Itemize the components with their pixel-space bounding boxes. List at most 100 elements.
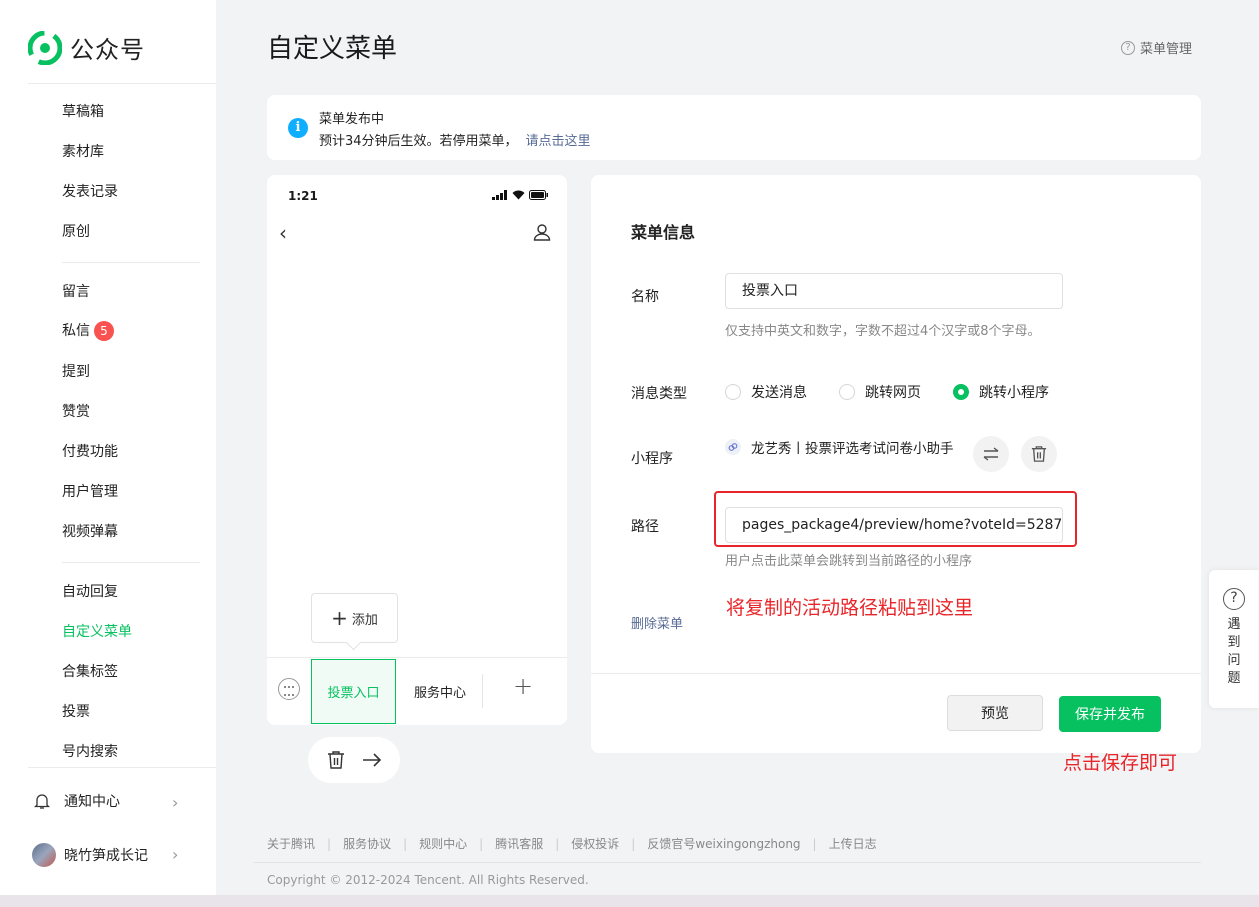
unread-badge: 5	[94, 321, 114, 341]
menu-tab-label: 投票入口	[327, 686, 380, 701]
sidebar-item-paid-features[interactable]: 付费功能	[62, 442, 118, 462]
menu-name-input[interactable]: 投票入口	[725, 273, 1063, 309]
sidebar-divider	[28, 83, 216, 84]
footer-link[interactable]: 服务协议	[343, 835, 391, 852]
question-icon: ?	[1121, 40, 1135, 55]
miniprogram-label: 小程序	[631, 451, 673, 467]
menu-tab-label: 服务中心	[413, 686, 466, 701]
trash-icon	[1031, 446, 1047, 462]
swap-icon	[983, 447, 999, 461]
plus-icon: +	[331, 606, 348, 630]
add-submenu-button[interactable]: + 添加	[311, 593, 398, 643]
sidebar-item-user-management[interactable]: 用户管理	[62, 482, 118, 502]
publish-notice: i 菜单发布中 预计34分钟后生效。若停用菜单， 请点击这里	[267, 95, 1201, 160]
switch-miniprogram-button[interactable]	[973, 436, 1009, 472]
notice-click-here-link[interactable]: 请点击这里	[526, 134, 591, 149]
menu-tab-vote-entry[interactable]: 投票入口	[311, 659, 396, 724]
add-menu-plus-icon[interactable]: +	[513, 672, 533, 700]
annotation-paste-path: 将复制的活动路径粘贴到这里	[726, 597, 974, 619]
footer-divider	[254, 862, 1201, 863]
path-hint: 用户点击此菜单会跳转到当前路径的小程序	[725, 554, 973, 569]
message-type-label: 消息类型	[631, 386, 687, 402]
sidebar-item-drafts[interactable]: 草稿箱	[62, 102, 104, 122]
account-name: 晓竹笋成长记	[64, 848, 148, 864]
delete-menu-link[interactable]: 删除菜单	[631, 613, 683, 632]
sidebar-item-auto-reply[interactable]: 自动回复	[62, 582, 118, 602]
sidebar-divider	[62, 562, 200, 563]
sidebar-item-comments[interactable]: 留言	[62, 282, 90, 302]
account-entry[interactable]: 晓竹笋成长记 ›	[32, 843, 182, 867]
panel-divider	[591, 673, 1201, 674]
avatar	[32, 843, 56, 867]
sidebar-item-rewards[interactable]: 赞赏	[62, 402, 90, 422]
footer-separator: |	[327, 836, 332, 851]
sidebar-item-messages[interactable]: 私信 5	[62, 321, 114, 341]
radio-jump-miniprogram[interactable]: 跳转小程序	[953, 382, 1049, 402]
notice-title: 菜单发布中	[319, 112, 385, 127]
footer-link[interactable]: 上传日志	[829, 835, 877, 852]
info-icon: i	[288, 118, 308, 138]
miniprogram-selected: 龙艺秀丨投票评选考试问卷小助手	[725, 437, 954, 457]
sidebar-item-search[interactable]: 号内搜索	[62, 742, 118, 762]
delete-miniprogram-button[interactable]	[1021, 436, 1057, 472]
menu-tab-service-center[interactable]: 服务中心	[398, 659, 482, 724]
phone-menu-bar: 投票入口 服务中心 +	[267, 657, 567, 725]
sidebar-item-publish-records[interactable]: 发表记录	[62, 182, 118, 202]
footer-link[interactable]: 规则中心	[419, 835, 467, 852]
bell-icon	[34, 794, 50, 809]
menu-action-pill	[308, 737, 400, 783]
footer-links: 关于腾讯 | 服务协议 | 规则中心 | 腾讯客服 | 侵权投诉 | 反馈官号weixin…	[267, 835, 877, 852]
radio-label: 发送消息	[751, 385, 807, 401]
chevron-right-icon: ›	[172, 845, 179, 864]
radio-jump-webpage[interactable]: 跳转网页	[839, 382, 921, 402]
menu-manage-link[interactable]: ? 菜单管理	[1121, 38, 1192, 57]
footer-link[interactable]: 关于腾讯	[267, 835, 315, 852]
os-taskbar	[0, 895, 1259, 907]
logo[interactable]: 公众号	[28, 30, 145, 65]
save-publish-button[interactable]: 保存并发布	[1059, 696, 1161, 732]
name-hint: 仅支持中英文和数字，字数不超过4个汉字或8个字母。	[725, 324, 1041, 339]
chevron-right-icon: ›	[172, 793, 179, 812]
notice-desc-text: 预计34分钟后生效。若停用菜单，	[319, 134, 518, 149]
sidebar-item-mentions[interactable]: 提到	[62, 362, 90, 382]
menu-info-panel: 菜单信息 名称 投票入口 仅支持中英文和数字，字数不超过4个汉字或8个字母。 消…	[591, 175, 1201, 753]
user-profile-icon[interactable]	[533, 223, 551, 241]
radio-label: 跳转小程序	[979, 385, 1049, 401]
wechat-mp-logo-icon	[28, 30, 62, 65]
phone-preview: 1:21 ‹ + 添加 投票入口 服务中心 +	[267, 175, 567, 725]
keyboard-icon[interactable]	[278, 678, 300, 700]
trash-icon[interactable]	[327, 750, 345, 770]
phone-time: 1:21	[288, 189, 318, 203]
radio-dot	[953, 384, 969, 400]
menu-tab-divider	[482, 674, 483, 708]
wifi-icon	[512, 190, 525, 200]
brand-name: 公众号	[70, 36, 145, 64]
radio-dot	[839, 384, 855, 400]
battery-icon	[529, 190, 548, 200]
footer-link[interactable]: 腾讯客服	[495, 835, 543, 852]
help-float-button[interactable]: ? 遇到问题	[1209, 570, 1259, 708]
phone-status-bar	[492, 190, 549, 200]
arrow-right-icon[interactable]	[362, 752, 382, 768]
preview-button[interactable]: 预览	[947, 695, 1043, 731]
sidebar-item-custom-menu[interactable]: 自定义菜单	[62, 622, 132, 642]
sidebar-item-video-danmaku[interactable]: 视频弹幕	[62, 522, 118, 542]
footer-link[interactable]: 反馈官号weixingongzhong	[647, 835, 800, 852]
sidebar-item-original[interactable]: 原创	[62, 222, 90, 242]
footer-separator: |	[631, 836, 636, 851]
footer-link[interactable]: 侵权投诉	[571, 835, 619, 852]
back-arrow-icon[interactable]: ‹	[279, 221, 287, 245]
footer-separator: |	[479, 836, 484, 851]
sidebar-item-collection-tags[interactable]: 合集标签	[62, 662, 118, 682]
radio-label: 跳转网页	[865, 385, 921, 401]
help-label: 遇到问题	[1227, 617, 1241, 686]
notification-center[interactable]: 通知中心 ›	[32, 791, 182, 812]
footer-separator: |	[555, 836, 560, 851]
menu-manage-label: 菜单管理	[1140, 42, 1193, 57]
sidebar-item-vote[interactable]: 投票	[62, 702, 90, 722]
sidebar-item-materials[interactable]: 素材库	[62, 142, 104, 162]
miniprogram-name: 龙艺秀丨投票评选考试问卷小助手	[751, 441, 954, 457]
signal-icon	[492, 190, 507, 200]
radio-send-message[interactable]: 发送消息	[725, 382, 807, 402]
footer-separator: |	[403, 836, 408, 851]
